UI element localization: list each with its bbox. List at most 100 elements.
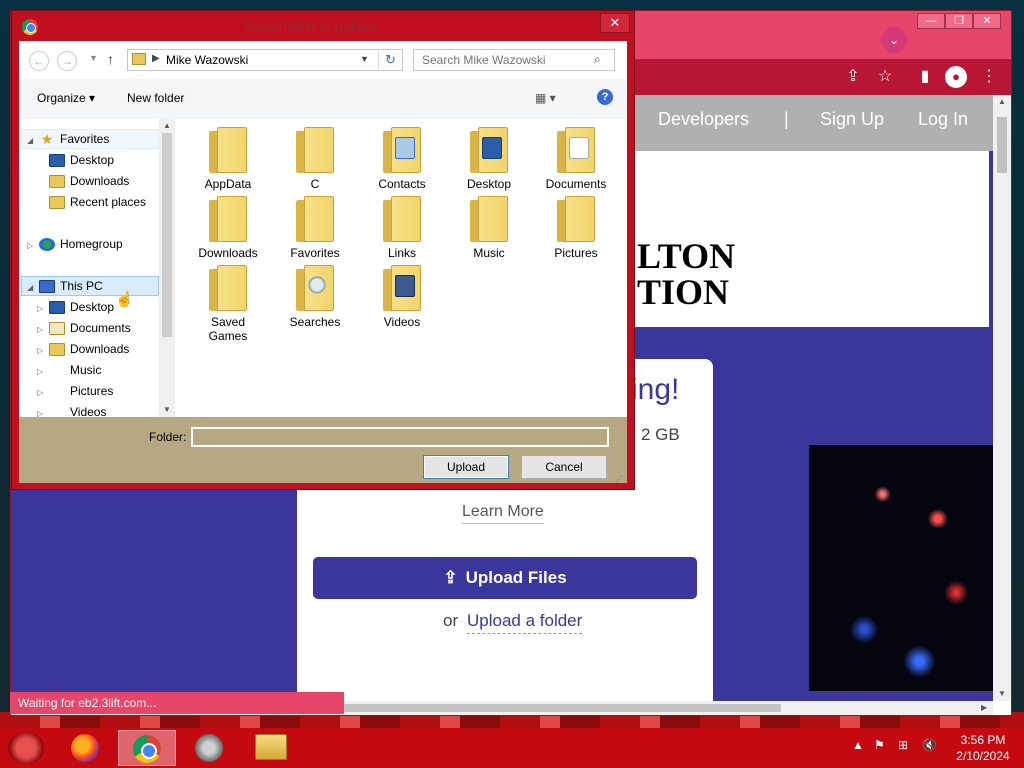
scroll-down-arrow-icon[interactable]: ▼ — [163, 405, 171, 414]
folder-icon — [557, 196, 595, 242]
resize-grip-icon[interactable]: ⋰ — [615, 475, 623, 484]
tray-overflow-chevron-icon[interactable]: ▲ — [852, 738, 864, 752]
upload-folder-link[interactable]: Upload a folder — [467, 611, 583, 634]
folder-downloads[interactable]: Downloads — [185, 196, 271, 266]
folder-searches[interactable]: Searches — [272, 265, 358, 335]
tree-item-pc-videos[interactable]: ▷ Videos — [37, 402, 106, 417]
system-clock[interactable]: 3:56 PM 2/10/2024 — [948, 732, 1018, 764]
upload-button[interactable]: Upload — [423, 455, 509, 479]
folder-links[interactable]: Links — [359, 196, 445, 266]
tree-item-this-pc[interactable]: ◢ This PC — [27, 276, 103, 296]
dialog-close-button[interactable]: ✕ — [600, 13, 630, 33]
expand-chevron-icon[interactable]: ▷ — [37, 341, 49, 361]
kebab-menu-icon[interactable]: ⋮ — [977, 65, 1001, 89]
tree-item-recent-places[interactable]: Recent places — [49, 192, 146, 212]
star-icon: ★ — [40, 131, 54, 148]
folder-pictures[interactable]: Pictures — [533, 196, 619, 266]
bookmark-star-icon[interactable]: ☆ — [873, 65, 897, 89]
new-folder-button[interactable]: New folder — [127, 91, 184, 105]
folder-name-input[interactable] — [191, 427, 609, 447]
folder-music[interactable]: Music — [446, 196, 532, 266]
minimize-button[interactable]: — — [917, 13, 945, 29]
tab-search-chevron-icon[interactable]: ⌄ — [881, 27, 907, 53]
close-window-button[interactable]: ✕ — [973, 13, 1001, 29]
flag-icon[interactable]: ⚑ — [874, 738, 885, 752]
expand-chevron-icon[interactable]: ▷ — [37, 299, 49, 319]
learn-more-link[interactable]: Learn More — [462, 503, 544, 524]
tree-item-downloads[interactable]: Downloads — [49, 171, 129, 191]
tree-item-label: Recent places — [70, 195, 147, 209]
tree-item-favorites[interactable]: ◢ ★ Favorites — [27, 129, 109, 149]
help-icon[interactable]: ? — [597, 89, 613, 105]
profile-avatar[interactable]: ● — [945, 66, 967, 88]
collapse-chevron-icon[interactable]: ◢ — [27, 278, 39, 298]
start-button[interactable] — [8, 732, 44, 764]
collapse-chevron-icon[interactable]: ◢ — [27, 131, 39, 151]
vertical-scrollbar-thumb[interactable] — [997, 117, 1007, 173]
tree-item-homegroup[interactable]: ▷ Homegroup — [27, 234, 123, 254]
pc-icon — [39, 280, 55, 294]
tree-item-desktop[interactable]: Desktop — [49, 150, 114, 170]
taskbar-firefox[interactable] — [56, 730, 114, 766]
recent-locations-chevron-icon[interactable]: ▼ — [89, 53, 98, 63]
taskbar-flash[interactable] — [180, 730, 238, 766]
tree-item-pc-documents[interactable]: ▷ Documents — [37, 318, 131, 338]
share-icon[interactable]: ⇪ — [841, 65, 865, 89]
nav-signup-link[interactable]: Sign Up — [820, 109, 884, 130]
folder-label: Favorites — [290, 246, 340, 260]
back-arrow-icon[interactable]: ← — [29, 51, 49, 71]
search-box[interactable]: ⌕ — [413, 49, 615, 71]
search-icon[interactable]: ⌕ — [594, 52, 601, 67]
address-dropdown-chevron-icon[interactable]: ▼ — [360, 54, 369, 64]
nav-developers-link[interactable]: Developers — [658, 109, 749, 130]
folder-desktop[interactable]: Desktop — [446, 127, 532, 197]
navigation-pane-scrollbar[interactable]: ▲ ▼ — [159, 119, 175, 417]
scroll-down-arrow-icon[interactable]: ▼ — [998, 689, 1006, 698]
expand-chevron-icon[interactable]: ▷ — [37, 362, 49, 382]
cancel-button[interactable]: Cancel — [521, 455, 607, 479]
side-panel-icon[interactable]: ▮ — [913, 65, 937, 89]
address-bar[interactable]: ▶ Mike Wazowski ▼ ↻ — [127, 49, 403, 71]
refresh-icon[interactable]: ↻ — [378, 51, 402, 69]
folder-saved-games[interactable]: Saved Games — [185, 265, 271, 343]
folder-appdata[interactable]: AppData — [185, 127, 271, 197]
maximize-button[interactable]: ❐ — [945, 13, 973, 29]
breadcrumb-chevron-icon[interactable]: ▶ — [152, 53, 160, 64]
expand-chevron-icon[interactable]: ▷ — [37, 383, 49, 403]
navigation-pane-scrollbar-thumb[interactable] — [162, 133, 172, 337]
chrome-icon — [22, 19, 38, 35]
taskbar-file-explorer[interactable] — [242, 730, 300, 766]
tree-item-pc-desktop[interactable]: ▷ Desktop — [37, 297, 114, 317]
tree-item-pc-music[interactable]: ▷ Music — [37, 360, 101, 380]
scroll-right-arrow-icon[interactable]: ▶ — [981, 703, 987, 712]
folder-favorites[interactable]: Favorites — [272, 196, 358, 266]
card-heading: ing! — [631, 373, 680, 406]
up-arrow-icon[interactable]: ↑ — [107, 51, 114, 67]
expand-chevron-icon[interactable]: ▷ — [37, 320, 49, 340]
organize-button[interactable]: Organize ▾ — [37, 91, 95, 105]
expand-chevron-icon[interactable]: ▷ — [27, 236, 39, 256]
nav-login-link[interactable]: Log In — [918, 109, 968, 130]
folder-c[interactable]: C — [272, 127, 358, 197]
dialog-client-area: ← → ▼ ↑ ▶ Mike Wazowski ▼ ↻ ⌕ Organize ▾… — [19, 41, 627, 484]
network-icon[interactable]: ⊞ — [898, 738, 908, 752]
taskbar-chrome[interactable] — [118, 730, 176, 766]
volume-muted-icon[interactable]: 🔇 — [922, 738, 937, 752]
upload-files-button[interactable]: ⇪ Upload Files — [313, 557, 697, 599]
scroll-up-arrow-icon[interactable]: ▲ — [998, 97, 1006, 106]
folder-documents[interactable]: Documents — [533, 127, 619, 197]
videos-icon — [49, 406, 65, 417]
folder-contacts[interactable]: Contacts — [359, 127, 445, 197]
forward-arrow-icon[interactable]: → — [57, 51, 77, 71]
vertical-scrollbar[interactable]: ▲ ▼ — [993, 95, 1011, 701]
expand-chevron-icon[interactable]: ▷ — [37, 404, 49, 417]
tree-item-pc-downloads[interactable]: ▷ Downloads — [37, 339, 129, 359]
horizontal-scrollbar-thumb[interactable] — [341, 704, 781, 712]
scroll-up-arrow-icon[interactable]: ▲ — [163, 121, 171, 130]
file-explorer-icon — [255, 734, 287, 760]
folder-videos[interactable]: Videos — [359, 265, 445, 335]
view-options-button[interactable]: ▦ ▾ — [535, 91, 556, 105]
tree-item-pc-pictures[interactable]: ▷ Pictures — [37, 381, 113, 401]
address-path[interactable]: Mike Wazowski — [166, 53, 248, 67]
search-input[interactable] — [414, 50, 592, 70]
